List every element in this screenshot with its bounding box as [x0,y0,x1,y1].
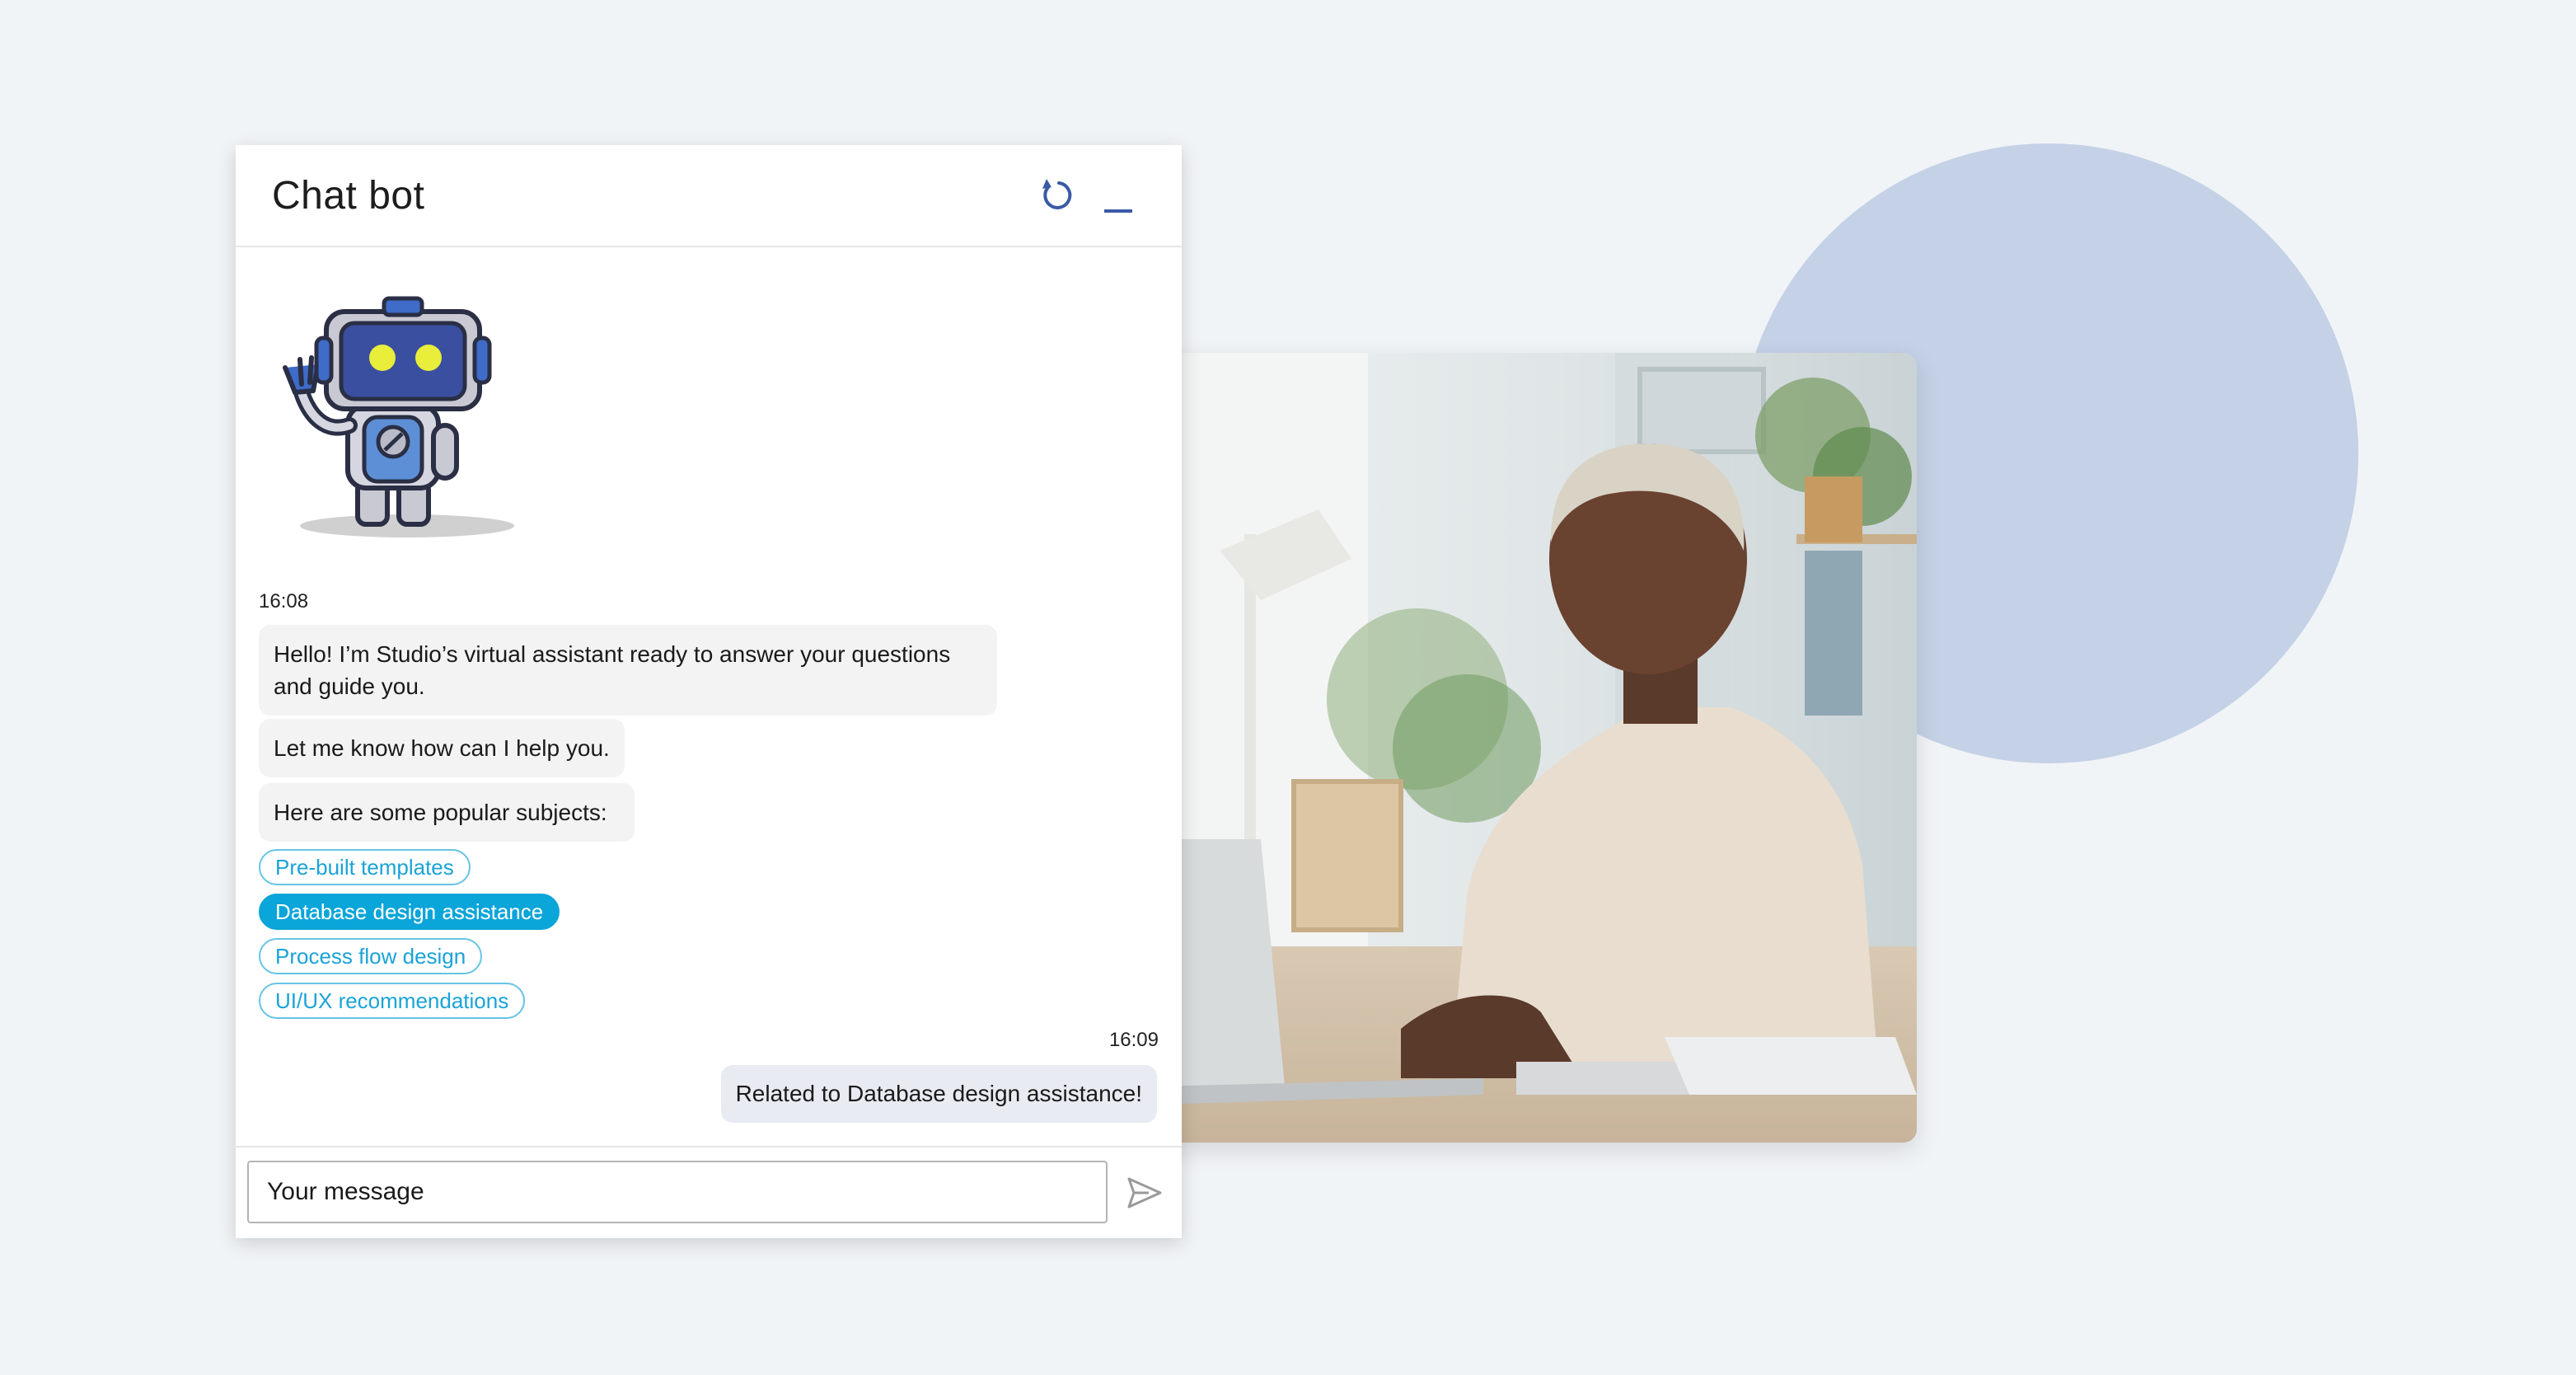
woman-at-laptop-photo [1154,353,1917,1143]
reset-icon [1042,179,1072,209]
bot-message: Hello! I’m Studio’s virtual assistant re… [259,625,997,716]
bot-timestamp: 16:08 [259,590,309,612]
user-message: Related to Database design assistance! [720,1065,1157,1123]
bot-message: Here are some popular subjects: [259,783,635,842]
chat-header: Chat bot [236,145,1182,247]
chat-title: Chat bot [272,174,425,218]
suggestion-chip-process-flow[interactable]: Process flow design [259,938,483,974]
minimize-icon [1104,209,1132,213]
suggestion-chip-uiux[interactable]: UI/UX recommendations [259,983,526,1019]
message-input[interactable] [247,1161,1108,1223]
bot-message: Let me know how can I help you. [259,719,625,777]
send-button[interactable] [1124,1172,1165,1213]
robot-mascot [269,293,532,545]
minimize-button[interactable] [1093,170,1142,219]
send-icon [1127,1177,1162,1208]
user-timestamp: 16:09 [1108,1029,1159,1051]
reset-button[interactable] [1032,170,1081,219]
suggestion-chip-database[interactable]: Database design assistance [259,894,560,930]
suggestion-chip-templates[interactable]: Pre-built templates [259,849,471,885]
chat-window: Chat bot 16:08 Hello! I’m Studio’s virtu… [236,145,1182,1238]
composer [236,1146,1182,1240]
